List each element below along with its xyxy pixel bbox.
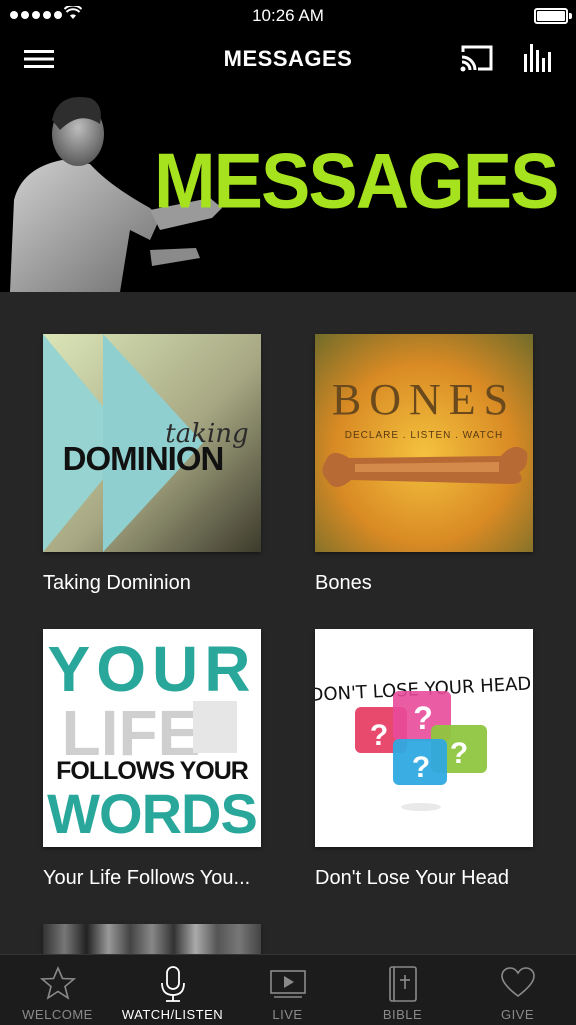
play-screen-icon bbox=[270, 970, 306, 998]
art-text: BONES bbox=[332, 375, 516, 424]
hero-banner: MESSAGES bbox=[0, 90, 576, 292]
svg-text:?: ? bbox=[412, 751, 430, 784]
series-title[interactable]: Taking Dominion bbox=[43, 572, 261, 595]
tab-watch-listen[interactable]: WATCH/LISTEN bbox=[115, 955, 230, 1025]
status-bar: 10:26 AM bbox=[0, 0, 576, 30]
tab-welcome[interactable]: WELCOME bbox=[0, 955, 115, 1025]
star-icon bbox=[40, 965, 76, 1000]
series-artwork[interactable]: DON'T LOSE YOUR HEAD! ? ? ? ? bbox=[315, 629, 533, 847]
cast-icon[interactable] bbox=[460, 44, 494, 72]
art-text: WORDS bbox=[47, 782, 257, 845]
series-card[interactable] bbox=[43, 924, 261, 954]
series-artwork[interactable]: BONES DECLARE . LISTEN . WATCH bbox=[315, 334, 533, 552]
tab-bible[interactable]: BIBLE bbox=[345, 955, 460, 1025]
svg-text:?: ? bbox=[450, 737, 468, 770]
tab-label: GIVE bbox=[500, 1007, 535, 1022]
art-text: YOUR bbox=[48, 633, 257, 705]
art-text: FOLLOWS YOUR bbox=[56, 757, 249, 785]
hero-heading: MESSAGES bbox=[154, 136, 559, 225]
art-text: DECLARE . LISTEN . WATCH bbox=[345, 430, 503, 441]
series-title[interactable]: Bones bbox=[315, 572, 533, 595]
series-artwork[interactable]: taking DOMINION bbox=[43, 334, 261, 552]
bible-icon bbox=[389, 966, 417, 1002]
series-card[interactable]: taking DOMINION Taking Dominion bbox=[43, 334, 261, 595]
tab-label: LIVE bbox=[272, 1007, 303, 1022]
art-text: DOMINION bbox=[63, 440, 224, 477]
tab-live[interactable]: LIVE bbox=[230, 955, 345, 1025]
microphone-icon bbox=[161, 966, 185, 1002]
bottom-tab-bar: WELCOME WATCH/LISTEN LIVE BIBLE GIVE bbox=[0, 954, 576, 1025]
audio-bars-icon[interactable] bbox=[524, 42, 552, 74]
top-navbar: MESSAGES bbox=[0, 30, 576, 90]
series-card[interactable]: YOUR LIFE FOLLOWS YOUR WORDS Your Life F… bbox=[43, 629, 261, 890]
tab-label: BIBLE bbox=[382, 1007, 423, 1022]
status-time: 10:26 AM bbox=[252, 6, 324, 25]
tab-label: WELCOME bbox=[22, 1007, 93, 1022]
battery-icon bbox=[534, 8, 572, 24]
svg-text:?: ? bbox=[370, 719, 388, 752]
series-artwork[interactable] bbox=[43, 924, 261, 954]
series-artwork[interactable]: YOUR LIFE FOLLOWS YOUR WORDS bbox=[43, 629, 261, 847]
series-title[interactable]: Don't Lose Your Head bbox=[315, 867, 533, 890]
svg-text:?: ? bbox=[413, 700, 433, 736]
series-card[interactable]: BONES DECLARE . LISTEN . WATCH Bones bbox=[315, 334, 533, 595]
series-grid: taking DOMINION Taking Dominion BONES DE… bbox=[0, 292, 576, 954]
tab-label: WATCH/LISTEN bbox=[121, 1007, 224, 1022]
heart-icon bbox=[501, 967, 535, 998]
tab-give[interactable]: GIVE bbox=[460, 955, 575, 1025]
series-title[interactable]: Your Life Follows You... bbox=[43, 867, 261, 890]
series-card[interactable]: DON'T LOSE YOUR HEAD! ? ? ? ? Don't Lose… bbox=[315, 629, 533, 890]
